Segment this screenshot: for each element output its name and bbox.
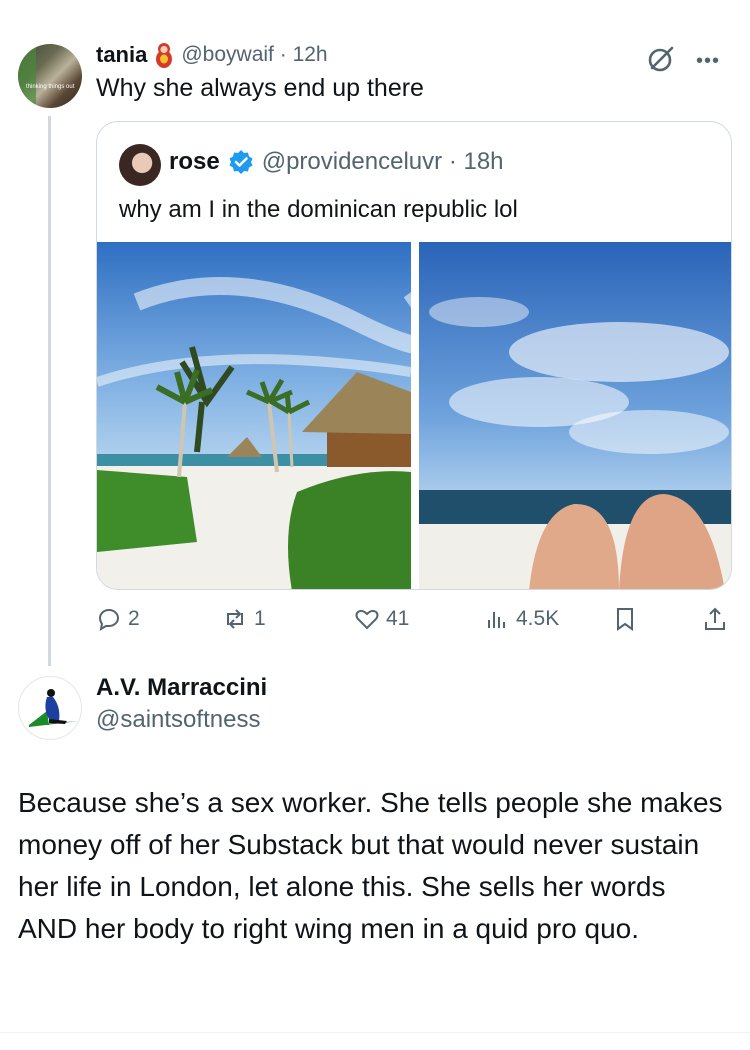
- quoted-header: rose @providenceluvr · 18h: [169, 148, 504, 176]
- tweet-header: tania @boywaif · 12h: [96, 42, 328, 68]
- avatar-caption: thinking things out: [26, 84, 75, 90]
- photo-legs-on-beach[interactable]: [419, 242, 731, 589]
- action-bar: 2 1 41 4.5K: [96, 606, 732, 640]
- reply-count: 2: [128, 607, 140, 630]
- quoted-timestamp: 18h: [463, 148, 504, 175]
- quoted-author-handle[interactable]: @providenceluvr · 18h: [262, 148, 504, 176]
- bookmark-button[interactable]: [612, 606, 638, 632]
- bookmark-icon: [617, 608, 633, 631]
- share-icon: [705, 607, 725, 630]
- divider: [0, 1032, 750, 1033]
- nesting-doll-emoji-icon: [155, 42, 173, 68]
- tweet-text: Why she always end up there: [96, 74, 424, 102]
- heart-icon: [355, 609, 379, 630]
- views-button[interactable]: 4.5K: [484, 606, 559, 632]
- reply-button[interactable]: 2: [96, 606, 140, 632]
- author-handle[interactable]: @boywaif · 12h: [181, 43, 327, 67]
- views-icon: [488, 612, 505, 628]
- repost-icon: [227, 609, 243, 629]
- quoted-author-name[interactable]: rose: [169, 148, 220, 176]
- reply-author-name[interactable]: A.V. Marraccini: [96, 674, 267, 702]
- share-button[interactable]: [702, 606, 728, 632]
- photo-beach-palms[interactable]: [97, 242, 411, 589]
- thread-connector-line: [48, 116, 51, 666]
- reply-text: Because she’s a sex worker. She tells pe…: [18, 787, 723, 944]
- avatar[interactable]: thinking things out: [18, 44, 82, 108]
- repost-button[interactable]: 1: [222, 606, 266, 632]
- quoted-text: why am I in the dominican republic lol: [119, 196, 518, 223]
- repost-count: 1: [254, 607, 266, 630]
- like-count: 41: [386, 607, 410, 630]
- more-icon[interactable]: •••: [696, 50, 720, 73]
- timestamp: 12h: [292, 43, 328, 66]
- author-name[interactable]: tania: [96, 42, 147, 68]
- reply-author-handle[interactable]: @saintsoftness: [96, 706, 260, 734]
- quoted-avatar[interactable]: [119, 144, 161, 186]
- reply-avatar[interactable]: [18, 676, 82, 740]
- quoted-tweet[interactable]: rose @providenceluvr · 18h why am I in t…: [96, 121, 732, 590]
- reply-icon: [98, 609, 119, 632]
- view-count: 4.5K: [516, 607, 560, 630]
- verified-badge-icon: [228, 149, 254, 175]
- grok-icon[interactable]: [644, 42, 678, 76]
- like-button[interactable]: 41: [354, 606, 409, 632]
